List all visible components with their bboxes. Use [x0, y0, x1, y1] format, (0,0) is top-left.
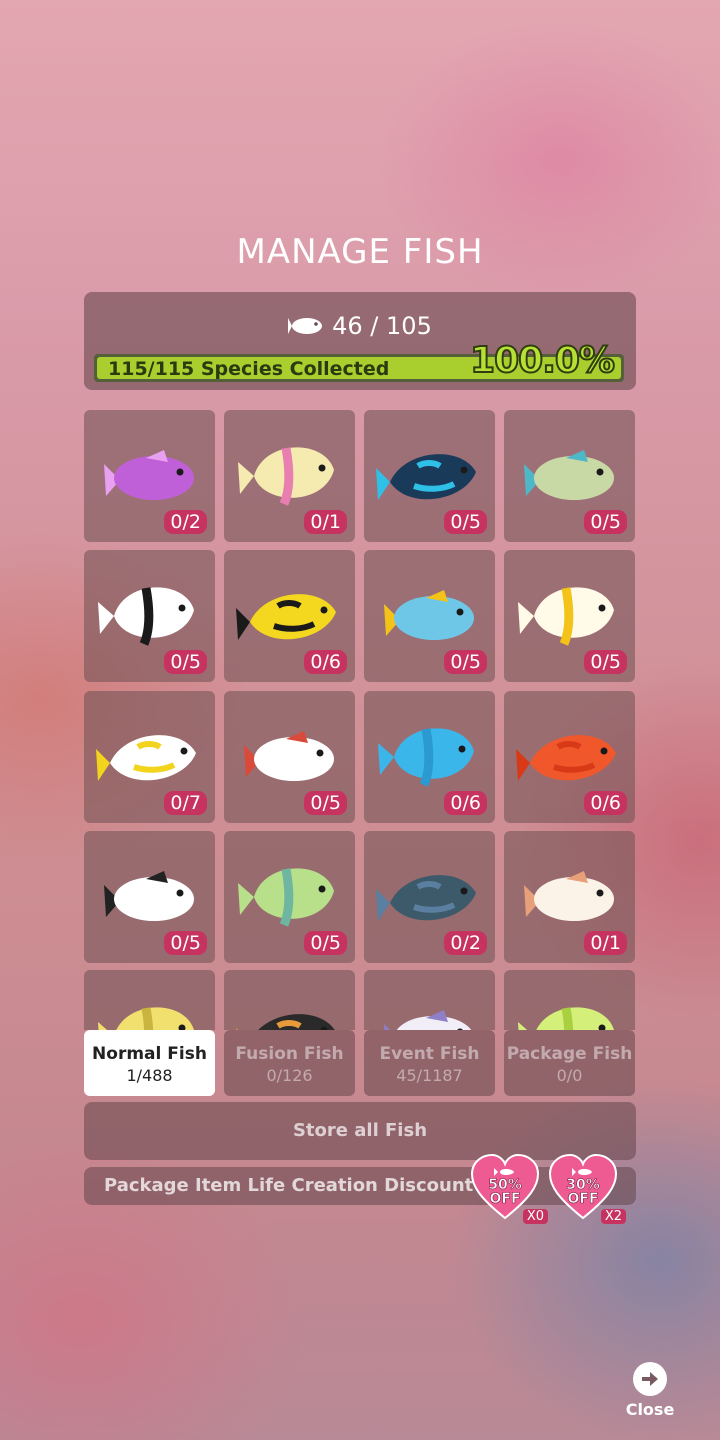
fish-blue-black-fish-slot[interactable]: 0/5	[364, 410, 495, 542]
coupon-off: OFF	[567, 1191, 599, 1207]
fish-orange-black-fish-slot[interactable]	[224, 970, 355, 1030]
fish-grid: 0/2 0/1 0/5 0/5 0/5 0/6 0/5 0/5 0/7 0/5 …	[84, 410, 636, 1030]
fish-blue-parrotfish-slot[interactable]: 0/6	[364, 691, 495, 823]
tab-event-fish[interactable]: Event Fish 45/1187	[364, 1030, 495, 1096]
fish-white-puffer-slot[interactable]: 0/1	[504, 831, 635, 963]
fish-purple-dottyback-slot[interactable]: 0/2	[84, 410, 215, 542]
tab-label: Normal Fish	[92, 1044, 207, 1064]
fish-owned-count: 0/5	[304, 791, 347, 815]
fish-count: 46 / 105	[332, 312, 432, 340]
fish-category-tabs: Normal Fish 1/488 Fusion Fish 0/126 Event …	[84, 1030, 636, 1096]
tab-fusion-fish[interactable]: Fusion Fish 0/126	[224, 1030, 355, 1096]
fish-moorish-idol-slot[interactable]: 0/7	[84, 691, 215, 823]
close-label: Close	[625, 1400, 675, 1419]
coupon-30-off[interactable]: 30% OFF X2	[548, 1152, 626, 1226]
fish-owned-count: 0/5	[164, 931, 207, 955]
fish-green-fin-fish-slot[interactable]	[504, 970, 635, 1030]
fish-icon	[288, 318, 323, 334]
fish-count-row: 46 / 105	[84, 312, 636, 340]
fish-red-parrotfish-slot[interactable]: 0/6	[504, 691, 635, 823]
fish-owned-count: 0/5	[444, 650, 487, 674]
collection-summary: 46 / 105 115/115 Species Collected 100.0…	[84, 292, 636, 390]
fish-yellow-boxfish-slot[interactable]	[84, 970, 215, 1030]
fish-owned-count: 0/1	[584, 931, 627, 955]
fish-green-wrasse-slot[interactable]: 0/5	[224, 831, 355, 963]
fish-white-purple-fish-slot[interactable]	[364, 970, 495, 1030]
tab-count: 45/1187	[396, 1066, 463, 1085]
tab-count: 0/126	[266, 1066, 313, 1085]
fish-icon	[384, 1010, 472, 1030]
species-collected-label: 115/115 Species Collected	[108, 358, 390, 380]
discount-text: Package Item Life Creation Discount 51%	[104, 1175, 523, 1196]
fish-mandarin-fish-slot[interactable]: 0/5	[504, 410, 635, 542]
fish-owned-count: 0/5	[584, 650, 627, 674]
fish-yellow-butterfly-slot[interactable]: 0/6	[224, 550, 355, 682]
fish-owned-count: 0/7	[164, 791, 207, 815]
tab-normal-fish[interactable]: Normal Fish 1/488	[84, 1030, 215, 1096]
fish-blue-striped-butterfly-slot[interactable]: 0/5	[364, 550, 495, 682]
fish-threadfin-butterfly-slot[interactable]: 0/5	[504, 550, 635, 682]
fish-icon	[518, 1007, 614, 1030]
fish-owned-count: 0/5	[444, 510, 487, 534]
fish-owned-count: 0/2	[164, 510, 207, 534]
fish-yellow-pink-fish-slot[interactable]: 0/1	[224, 410, 355, 542]
tab-label: Event Fish	[379, 1044, 480, 1064]
arrow-right-icon	[633, 1362, 667, 1396]
fish-icon	[236, 1014, 335, 1030]
fish-owned-count: 0/5	[164, 650, 207, 674]
fish-owned-count: 0/6	[444, 791, 487, 815]
tab-count: 0/0	[556, 1066, 583, 1085]
species-percent: 100.0%	[469, 339, 616, 382]
coupon-off: OFF	[489, 1191, 521, 1207]
tab-label: Package Fish	[506, 1044, 633, 1064]
tab-count: 1/488	[126, 1066, 173, 1085]
tab-package-fish[interactable]: Package Fish 0/0	[504, 1030, 635, 1096]
fish-owned-count: 0/6	[304, 650, 347, 674]
fish-icon	[98, 1007, 194, 1030]
coupon-50-off[interactable]: 50% OFF X0	[470, 1152, 548, 1226]
fish-owned-count: 0/2	[444, 931, 487, 955]
fish-spotted-angelfish-slot[interactable]: 0/5	[224, 691, 355, 823]
coupon-multiplier: X2	[600, 1209, 626, 1224]
close-button[interactable]: Close	[620, 1362, 680, 1419]
page-title: MANAGE FISH	[236, 232, 484, 272]
fish-owned-count: 0/5	[304, 931, 347, 955]
tab-label: Fusion Fish	[235, 1044, 344, 1064]
fish-spotted-grouper-slot[interactable]: 0/5	[84, 831, 215, 963]
species-progress-bar: 115/115 Species Collected 100.0%	[94, 339, 624, 382]
fish-dark-betta-slot[interactable]: 0/2	[364, 831, 495, 963]
fish-owned-count: 0/5	[584, 510, 627, 534]
coupon-multiplier: X0	[522, 1209, 548, 1224]
fish-owned-count: 0/1	[304, 510, 347, 534]
fish-owned-count: 0/6	[584, 791, 627, 815]
fish-black-white-butterfly-slot[interactable]: 0/5	[84, 550, 215, 682]
